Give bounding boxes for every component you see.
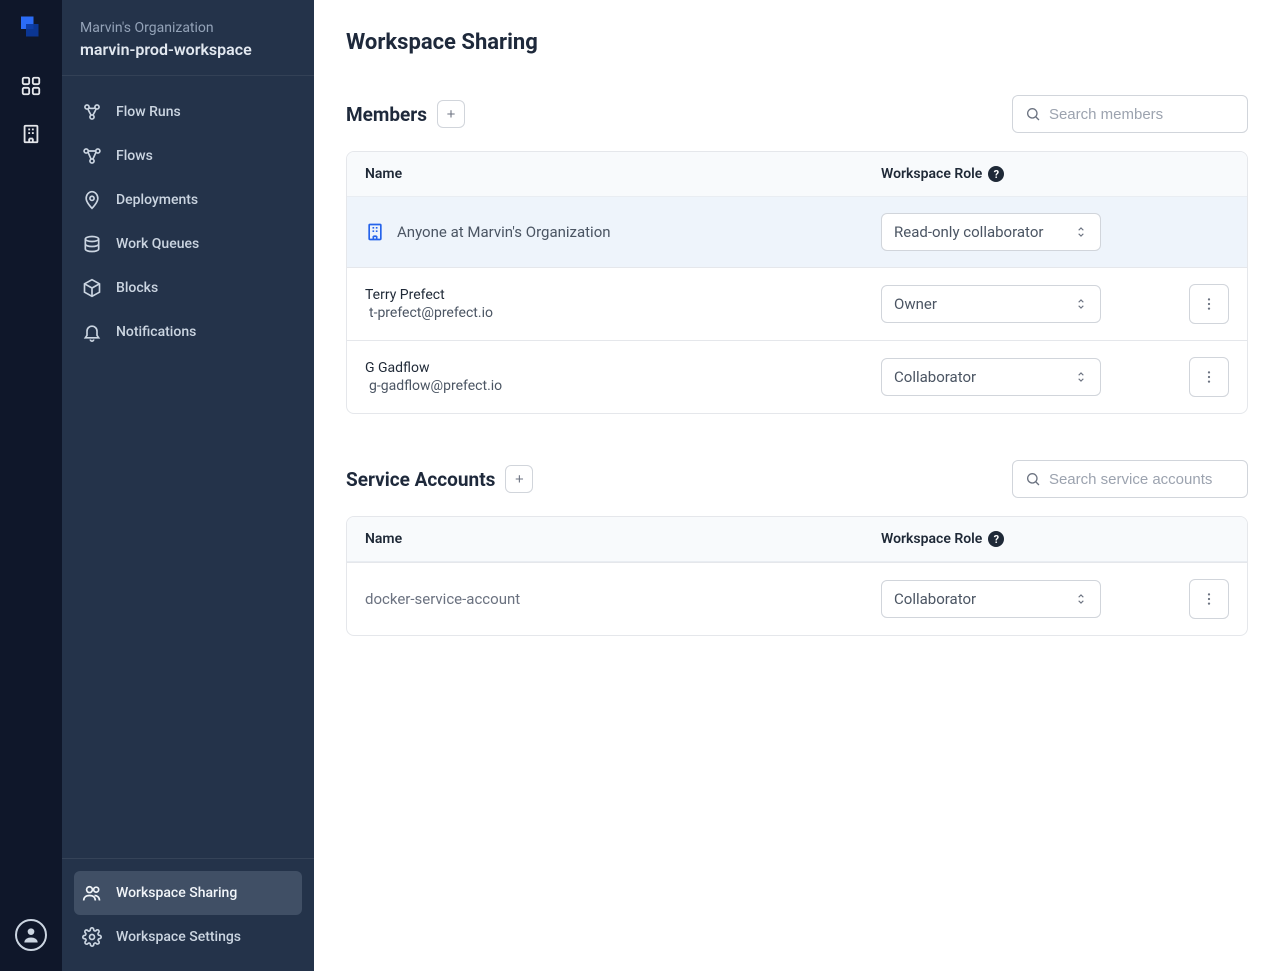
- rail-workspaces-icon[interactable]: [15, 70, 47, 102]
- nav-deployments[interactable]: Deployments: [74, 178, 302, 222]
- blocks-icon: [82, 278, 102, 298]
- nav-work-queues[interactable]: Work Queues: [74, 222, 302, 266]
- org-access-row: Anyone at Marvin's Organization Read-onl…: [347, 197, 1247, 267]
- member-actions-button[interactable]: [1189, 357, 1229, 397]
- member-name: G Gadflow: [365, 360, 881, 376]
- main-content: Workspace Sharing Members + Name Workspa…: [314, 0, 1280, 971]
- member-role-select[interactable]: Owner: [881, 285, 1101, 323]
- flow-runs-icon: [82, 102, 102, 122]
- building-icon: [365, 222, 385, 242]
- org-name: Marvin's Organization: [80, 20, 296, 36]
- members-heading: Members: [346, 103, 427, 126]
- nav-label: Deployments: [116, 192, 198, 208]
- col-role-header: Workspace Role ?: [881, 531, 1171, 547]
- nav-blocks[interactable]: Blocks: [74, 266, 302, 310]
- nav-label: Flows: [116, 148, 153, 164]
- nav-label: Workspace Settings: [116, 929, 241, 945]
- gear-icon: [82, 927, 102, 947]
- search-service-input[interactable]: [1049, 471, 1235, 488]
- search-members-input[interactable]: [1049, 106, 1235, 123]
- members-table: Name Workspace Role ? Anyone at Marvin's…: [346, 151, 1248, 414]
- members-section-header: Members +: [346, 95, 1248, 133]
- deployments-icon: [82, 190, 102, 210]
- nav-workspace-sharing[interactable]: Workspace Sharing: [74, 871, 302, 915]
- kebab-icon: [1201, 296, 1217, 312]
- search-service-accounts[interactable]: [1012, 460, 1248, 498]
- nav-label: Work Queues: [116, 236, 199, 252]
- col-name-header: Name: [365, 531, 881, 547]
- help-icon[interactable]: ?: [988, 531, 1004, 547]
- member-row: Terry Prefect t-prefect@prefect.io Owner: [347, 267, 1247, 340]
- kebab-icon: [1201, 369, 1217, 385]
- nav-label: Blocks: [116, 280, 158, 296]
- chevron-updown-icon: [1074, 297, 1088, 311]
- add-member-button[interactable]: +: [437, 100, 465, 128]
- sidebar-header[interactable]: Marvin's Organization marvin-prod-worksp…: [62, 0, 314, 76]
- service-account-name: docker-service-account: [365, 590, 881, 608]
- app-logo[interactable]: [16, 14, 46, 44]
- col-name-header: Name: [365, 166, 881, 182]
- search-icon: [1025, 470, 1041, 488]
- member-name: Terry Prefect: [365, 287, 881, 303]
- users-icon: [82, 883, 102, 903]
- kebab-icon: [1201, 591, 1217, 607]
- member-email: t-prefect@prefect.io: [369, 305, 881, 321]
- nav-flow-runs[interactable]: Flow Runs: [74, 90, 302, 134]
- service-table: Name Workspace Role ? docker-service-acc…: [346, 516, 1248, 636]
- sidebar-nav: Flow Runs Flows Deployments Work Queues …: [62, 76, 314, 858]
- help-icon[interactable]: ?: [988, 166, 1004, 182]
- service-row: docker-service-account Collaborator: [347, 562, 1247, 635]
- sidebar-footer: Workspace Sharing Workspace Settings: [62, 858, 314, 971]
- member-row: G Gadflow g-gadflow@prefect.io Collabora…: [347, 340, 1247, 413]
- col-role-header: Workspace Role ?: [881, 166, 1171, 182]
- app-rail: [0, 0, 62, 971]
- sidebar: Marvin's Organization marvin-prod-worksp…: [62, 0, 314, 971]
- page-title: Workspace Sharing: [346, 30, 1248, 55]
- member-role-select[interactable]: Collaborator: [881, 358, 1101, 396]
- nav-flows[interactable]: Flows: [74, 134, 302, 178]
- service-role-select[interactable]: Collaborator: [881, 580, 1101, 618]
- chevron-updown-icon: [1074, 370, 1088, 384]
- work-queues-icon: [82, 234, 102, 254]
- nav-workspace-settings[interactable]: Workspace Settings: [74, 915, 302, 959]
- flows-icon: [82, 146, 102, 166]
- member-email: g-gadflow@prefect.io: [369, 378, 881, 394]
- rail-user-avatar[interactable]: [15, 919, 47, 951]
- members-table-head: Name Workspace Role ?: [347, 152, 1247, 197]
- search-icon: [1025, 105, 1041, 123]
- bell-icon: [82, 322, 102, 342]
- service-table-head: Name Workspace Role ?: [347, 517, 1247, 562]
- member-actions-button[interactable]: [1189, 284, 1229, 324]
- nav-label: Notifications: [116, 324, 196, 340]
- rail-organization-icon[interactable]: [15, 118, 47, 150]
- service-actions-button[interactable]: [1189, 579, 1229, 619]
- org-role-select[interactable]: Read-only collaborator: [881, 213, 1101, 251]
- chevron-updown-icon: [1074, 225, 1088, 239]
- service-heading: Service Accounts: [346, 468, 495, 491]
- add-service-account-button[interactable]: +: [505, 465, 533, 493]
- nav-label: Flow Runs: [116, 104, 181, 120]
- nav-label: Workspace Sharing: [116, 885, 237, 901]
- org-access-label: Anyone at Marvin's Organization: [397, 223, 611, 241]
- workspace-name: marvin-prod-workspace: [80, 40, 296, 59]
- nav-notifications[interactable]: Notifications: [74, 310, 302, 354]
- search-members[interactable]: [1012, 95, 1248, 133]
- service-section-header: Service Accounts +: [346, 460, 1248, 498]
- chevron-updown-icon: [1074, 592, 1088, 606]
